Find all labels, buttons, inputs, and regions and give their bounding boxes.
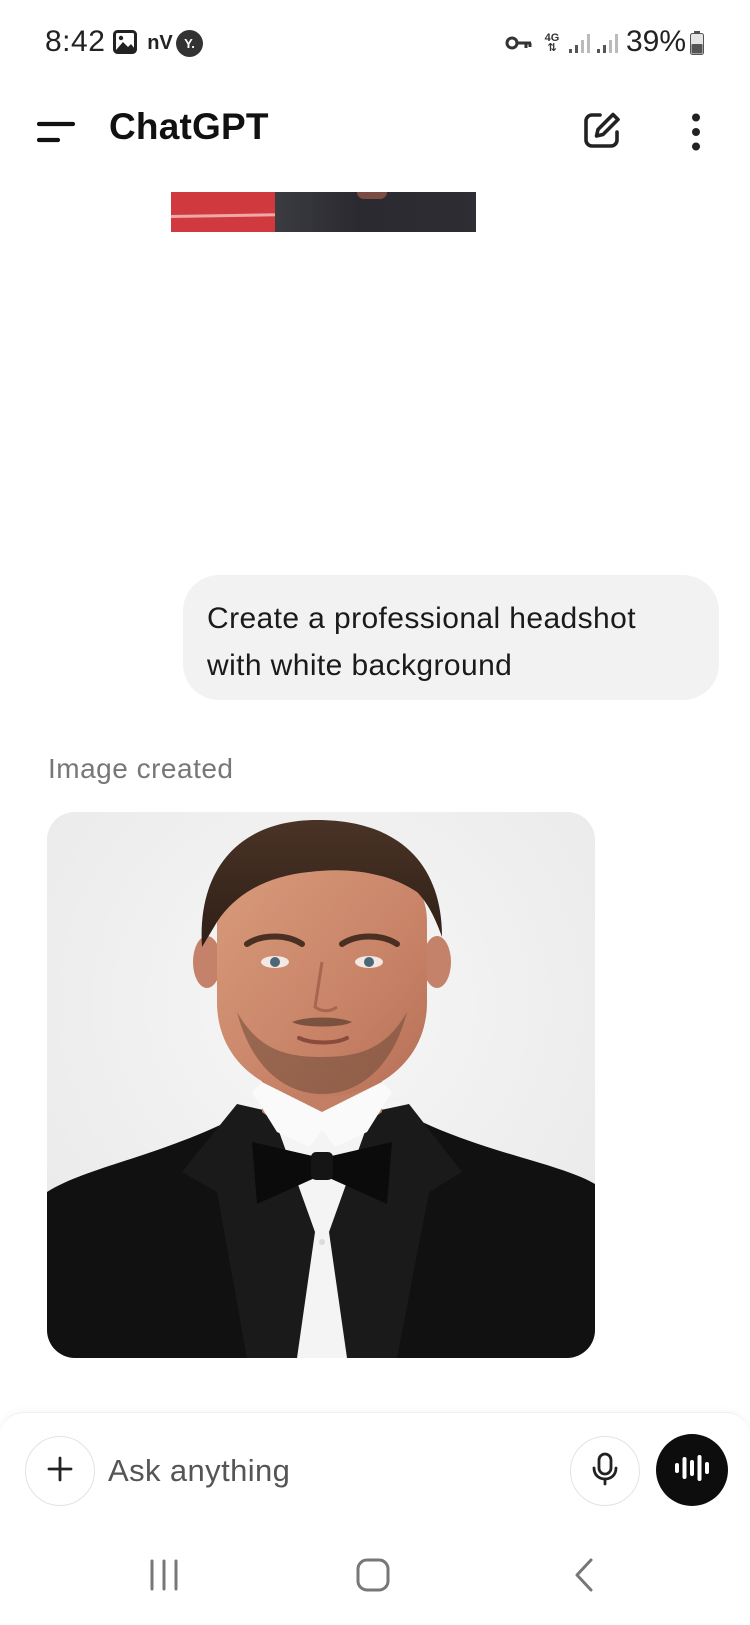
generated-headshot-image[interactable]: [47, 812, 595, 1358]
voice-mode-button[interactable]: [656, 1434, 728, 1506]
battery-icon: [690, 31, 704, 55]
signal-icon: [596, 30, 618, 56]
headshot-illustration: [47, 812, 595, 1358]
composer-bar: [0, 1412, 750, 1530]
data-arrows-icon: ⇅: [547, 42, 557, 54]
voice-mode-icon: [673, 1453, 711, 1488]
image-detail: [171, 212, 292, 219]
message-input[interactable]: [108, 1443, 548, 1499]
network-type-indicator: 4G ⇅: [540, 30, 564, 56]
dictation-button[interactable]: [570, 1436, 640, 1506]
more-vertical-icon: [691, 113, 701, 156]
status-time: 8:42: [45, 25, 106, 58]
carrier-badge: nV: [147, 31, 173, 54]
user-message-bubble[interactable]: Create a professional headshot with whit…: [183, 575, 719, 700]
system-navigation-bar: [0, 1530, 750, 1625]
previous-image-thumbnail[interactable]: [171, 192, 476, 232]
plus-icon: [47, 1456, 73, 1487]
user-message-line: with white background: [207, 649, 513, 682]
gallery-icon: [113, 30, 137, 54]
recents-icon: [147, 1559, 181, 1596]
more-options-button[interactable]: [676, 106, 716, 162]
app-title[interactable]: ChatGPT: [109, 106, 269, 148]
mic-icon: [592, 1452, 618, 1491]
home-icon: [356, 1558, 390, 1597]
notification-badge: Y.: [176, 30, 203, 57]
menu-button[interactable]: [30, 108, 82, 160]
battery-percent: 39%: [626, 25, 687, 58]
back-icon: [573, 1558, 595, 1597]
new-chat-button[interactable]: [578, 106, 626, 158]
menu-icon: [36, 118, 76, 151]
image-detail: [357, 192, 387, 199]
image-created-label: Image created: [48, 753, 234, 784]
user-message-line: Create a professional headshot: [207, 602, 636, 635]
status-bar: 8:42 nV Y. 4G ⇅ 39%: [0, 0, 750, 88]
new-chat-icon: [582, 110, 622, 155]
app-header: ChatGPT: [0, 88, 750, 188]
back-button[interactable]: [544, 1552, 624, 1602]
recents-button[interactable]: [124, 1552, 204, 1602]
attach-button[interactable]: [25, 1436, 95, 1506]
signal-icon: [568, 30, 590, 56]
home-button[interactable]: [333, 1552, 413, 1602]
key-icon: [505, 30, 533, 56]
